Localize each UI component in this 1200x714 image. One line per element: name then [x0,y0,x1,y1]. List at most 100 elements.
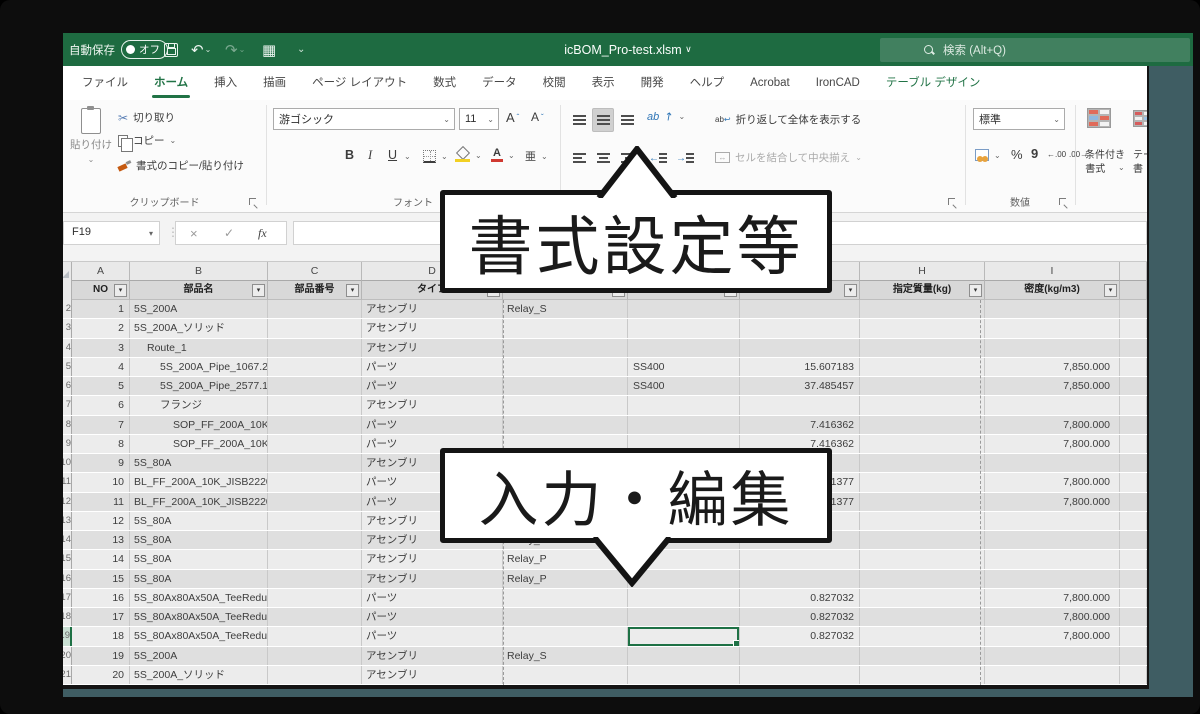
cell-extra[interactable] [1120,589,1147,607]
font-name-combobox[interactable]: 游ゴシック⌄ [273,108,455,130]
cell-extra[interactable] [1120,416,1147,434]
row-header-9[interactable]: 9 [63,435,72,453]
filter-dropdown-icon[interactable]: ▾ [114,284,127,297]
cell-part-number[interactable] [268,473,362,491]
cell-extra[interactable] [1120,396,1147,414]
cell-extra[interactable] [1120,608,1147,626]
cell-type[interactable]: アセンブリ [362,319,503,337]
cell-no[interactable]: 18 [72,627,130,645]
cell-specified-mass[interactable] [860,550,985,568]
format-as-table-label2[interactable]: 書 [1133,160,1143,175]
format-painter-button[interactable]: 書式のコピー/貼り付け [118,158,244,173]
column-letter-H[interactable]: H [860,262,985,281]
italic-button[interactable]: I [368,148,372,163]
cell-relay[interactable] [503,666,628,684]
cell-type[interactable]: パーツ [362,358,503,376]
cell-material[interactable]: SS400 [628,377,740,395]
cell-specified-mass[interactable] [860,416,985,434]
cell-no[interactable]: 3 [72,339,130,357]
cell-no[interactable]: 16 [72,589,130,607]
cell-extra[interactable] [1120,454,1147,472]
cell-part-name[interactable]: BL_FF_200A_10K_JISB2220 [130,493,268,511]
search-box[interactable]: 検索 (Alt+Q) [880,38,1190,62]
filter-dropdown-icon[interactable]: ▾ [969,284,982,297]
tab-テーブル デザイン[interactable]: テーブル デザイン [873,66,994,100]
cell-material[interactable]: SS400 [628,358,740,376]
column-letter-I[interactable]: I [985,262,1120,281]
cell-material[interactable] [628,647,740,665]
tab-ページ レイアウト[interactable]: ページ レイアウト [299,66,420,100]
number-dialog-launcher-icon[interactable] [1059,198,1068,207]
row-header-3[interactable]: 3 [63,319,72,337]
cell-material[interactable] [628,319,740,337]
row-header-13[interactable]: 13 [63,512,72,530]
cell-density[interactable]: 7,800.000 [985,589,1120,607]
cell-part-number[interactable] [268,339,362,357]
cell-extra[interactable] [1120,435,1147,453]
cell-specified-mass[interactable] [860,396,985,414]
cell-part-name[interactable]: 5S_80Ax80Ax50A_TeeReducer [130,608,268,626]
cell-no[interactable]: 10 [72,473,130,491]
cell-extra[interactable] [1120,666,1147,684]
cell-part-name[interactable]: 5S_200A [130,300,268,318]
cell-density[interactable] [985,647,1120,665]
cell-material[interactable] [628,627,740,645]
cell-density[interactable]: 7,800.000 [985,493,1120,511]
cell-part-number[interactable] [268,358,362,376]
format-as-table-button[interactable] [1133,110,1147,127]
cell-specified-mass[interactable] [860,493,985,511]
borders-button[interactable]: ⌄ [423,150,448,163]
cell-part-number[interactable] [268,416,362,434]
cell-extra[interactable] [1120,493,1147,511]
cell-specified-mass[interactable] [860,435,985,453]
cell-part-number[interactable] [268,454,362,472]
font-color-button[interactable]: A⌄ [491,148,515,162]
cell-part-name[interactable]: 5S_80Ax80Ax50A_TeeReducer [130,627,268,645]
cell-no[interactable]: 12 [72,512,130,530]
fill-color-button[interactable]: ⌄ [455,148,482,162]
row-header-4[interactable]: 4 [63,339,72,357]
row-header-19[interactable]: 19 [63,627,72,645]
middle-align-button[interactable] [592,108,614,132]
cell-density[interactable]: 7,800.000 [985,416,1120,434]
filter-dropdown-icon[interactable]: ▾ [346,284,359,297]
cell-relay[interactable] [503,319,628,337]
tab-IronCAD[interactable]: IronCAD [803,66,873,100]
underline-button[interactable]: U [388,148,397,162]
cell-density[interactable] [985,666,1120,684]
cell-extra[interactable] [1120,358,1147,376]
row-header-14[interactable]: 14 [63,531,72,549]
comma-style-button[interactable]: 9 [1031,146,1038,161]
cell-material[interactable] [628,396,740,414]
cell-extra[interactable] [1120,319,1147,337]
number-format-combobox[interactable]: 標準⌄ [973,108,1065,130]
cell-density[interactable] [985,531,1120,549]
cell-part-name[interactable]: 5S_80A [130,570,268,588]
cell-extra[interactable] [1120,627,1147,645]
cell-part-number[interactable] [268,512,362,530]
top-align-button[interactable] [568,108,590,132]
cell-type[interactable]: アセンブリ [362,396,503,414]
cell-part-number[interactable] [268,666,362,684]
cell-part-name[interactable]: 5S_200A_Pipe_1067.26 [130,358,268,376]
cell-part-number[interactable] [268,550,362,568]
bold-button[interactable]: B [345,148,354,162]
cell-part-name[interactable]: 5S_80A [130,550,268,568]
cell-material[interactable] [628,608,740,626]
cell-no[interactable]: 19 [72,647,130,665]
cell-relay[interactable] [503,608,628,626]
cell-part-number[interactable] [268,531,362,549]
cell-part-name[interactable]: 5S_80A [130,531,268,549]
font-size-combobox[interactable]: 11⌄ [459,108,499,130]
bottom-align-button[interactable] [616,108,638,132]
cell-type[interactable]: アセンブリ [362,570,503,588]
row-header-2[interactable]: 2 [63,300,72,318]
cell-material[interactable] [628,339,740,357]
cell-type[interactable]: アセンブリ [362,339,503,357]
cell-relay[interactable] [503,339,628,357]
cell-extra[interactable] [1120,300,1147,318]
cell-type[interactable]: アセンブリ [362,647,503,665]
row-header-5[interactable]: 5 [63,358,72,376]
cell-part-name[interactable]: 5S_80A [130,454,268,472]
row-header-12[interactable]: 12 [63,493,72,511]
